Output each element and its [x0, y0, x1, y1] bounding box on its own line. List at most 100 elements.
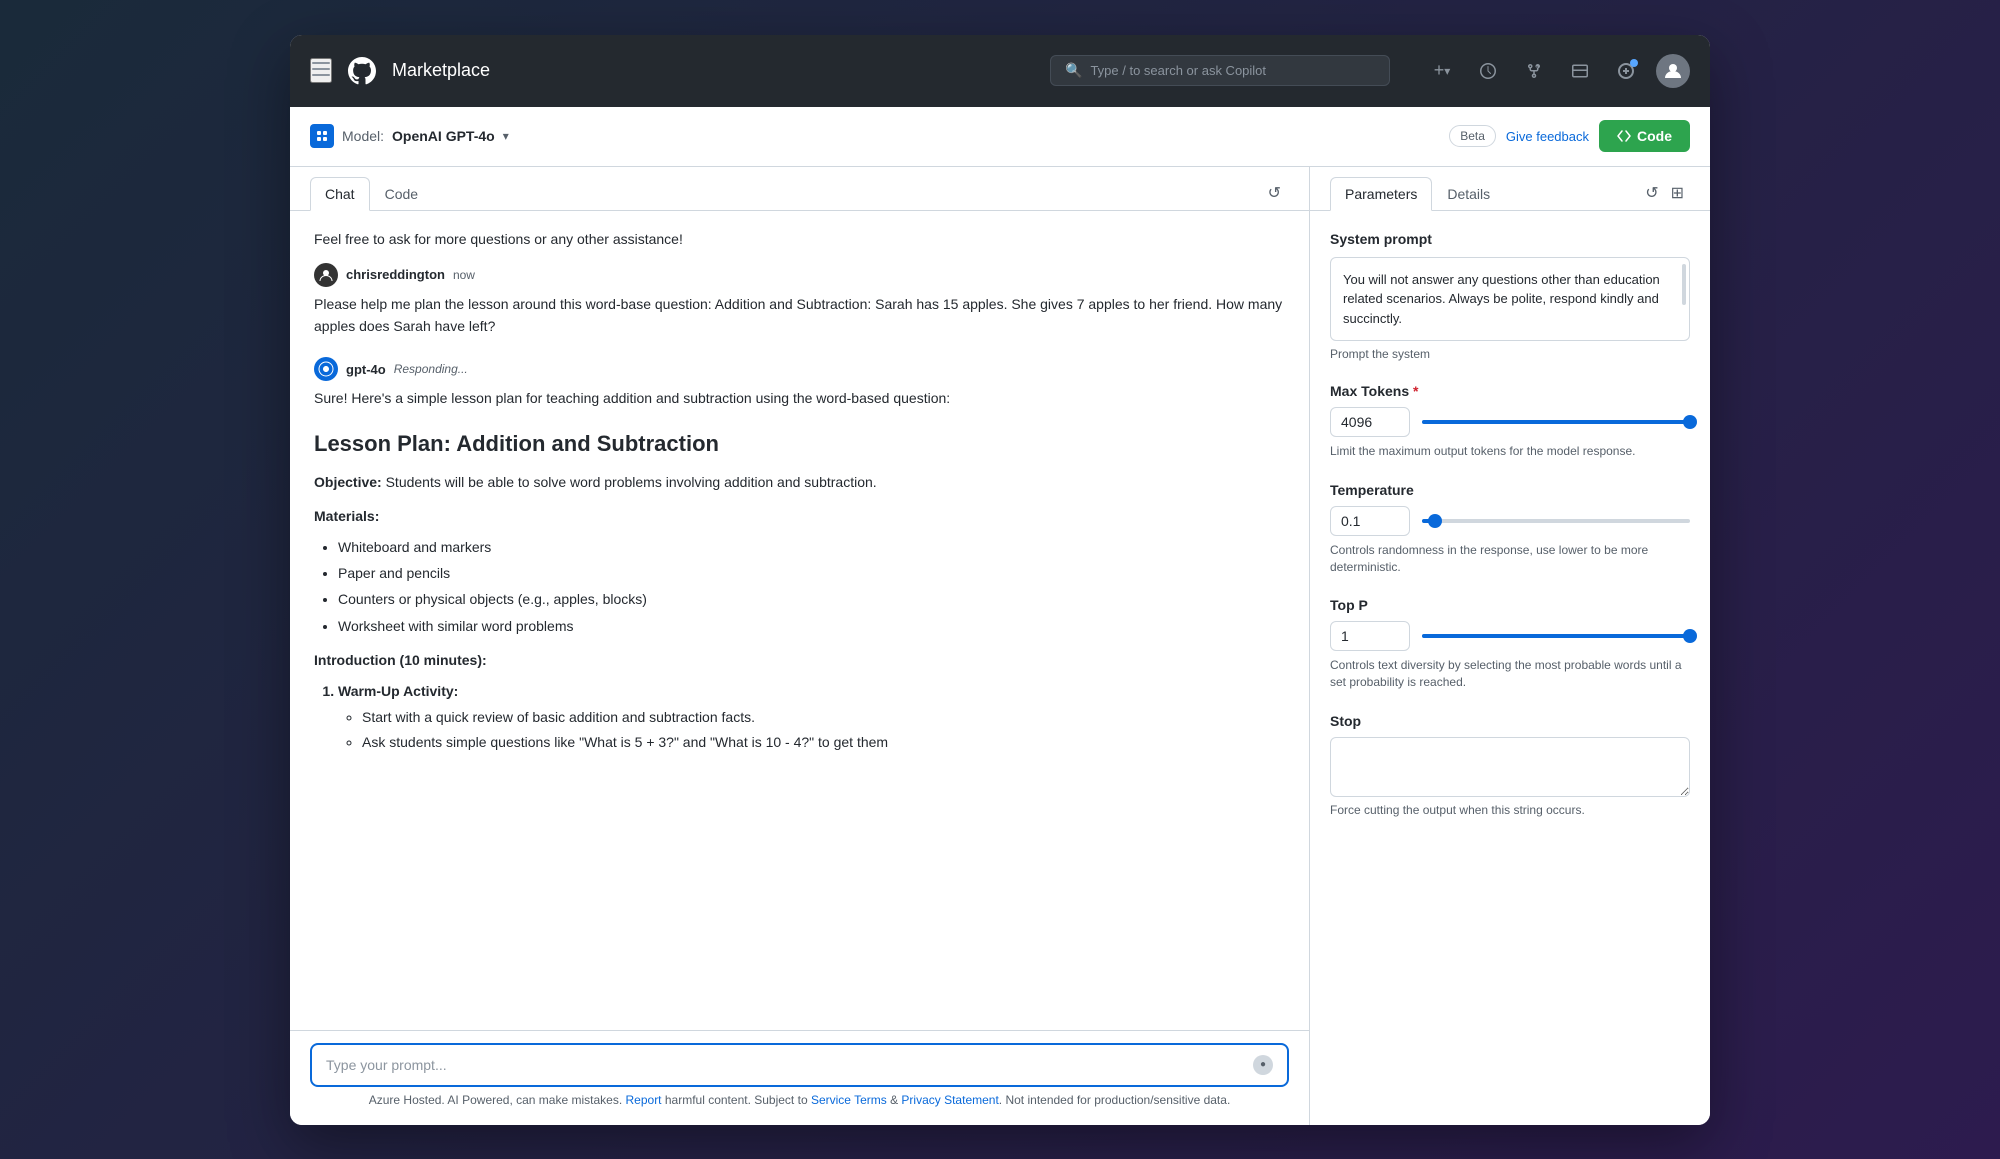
- max-tokens-label: Max Tokens *: [1330, 383, 1690, 399]
- chat-input-area: ● Azure Hosted. AI Powered, can make mis…: [290, 1030, 1309, 1125]
- top-p-desc: Controls text diversity by selecting the…: [1330, 657, 1690, 691]
- timer-icon-btn[interactable]: [1472, 55, 1504, 87]
- notification-dot: [1630, 59, 1638, 67]
- chat-refresh-button[interactable]: ↺: [1260, 179, 1289, 207]
- report-link[interactable]: Report: [626, 1093, 662, 1107]
- lesson-plan-title: Lesson Plan: Addition and Subtraction: [314, 426, 1285, 461]
- prompt-system-link[interactable]: Prompt the system: [1330, 347, 1690, 361]
- system-prompt-box[interactable]: You will not answer any questions other …: [1330, 257, 1690, 342]
- warm-up-label: Warm-Up Activity:: [338, 683, 458, 699]
- slider-thumb[interactable]: [1428, 514, 1442, 528]
- objective-text: Objective: Students will be able to solv…: [314, 471, 1285, 493]
- user-message-text: Please help me plan the lesson around th…: [314, 293, 1285, 338]
- search-placeholder: Type / to search or ask Copilot: [1090, 63, 1266, 78]
- give-feedback-button[interactable]: Give feedback: [1506, 129, 1589, 144]
- topbar-title: Marketplace: [392, 60, 490, 81]
- list-item: Paper and pencils: [338, 562, 1285, 584]
- search-bar[interactable]: 🔍 Type / to search or ask Copilot: [1050, 55, 1390, 86]
- materials-list: Whiteboard and markers Paper and pencils…: [314, 536, 1285, 638]
- tab-details[interactable]: Details: [1432, 177, 1505, 211]
- stop-section: Stop Force cutting the output when this …: [1330, 713, 1690, 819]
- materials-label: Materials:: [314, 508, 379, 524]
- chat-input-wrapper: ●: [310, 1043, 1289, 1087]
- stop-input[interactable]: [1330, 737, 1690, 797]
- params-body: System prompt You will not answer any qu…: [1310, 211, 1710, 1125]
- bot-username: gpt-4o: [346, 362, 386, 377]
- params-refresh-button[interactable]: ↺: [1639, 179, 1664, 207]
- list-item: Start with a quick review of basic addit…: [362, 706, 1285, 728]
- system-prompt-text: You will not answer any questions other …: [1343, 272, 1660, 326]
- params-tabs: Parameters Details ↺ ⊞: [1310, 167, 1710, 211]
- service-terms-link[interactable]: Service Terms: [811, 1093, 887, 1107]
- top-p-label: Top P: [1330, 597, 1690, 613]
- top-p-slider[interactable]: [1422, 634, 1690, 638]
- list-item: Ask students simple questions like "What…: [362, 731, 1285, 753]
- chat-footer: Azure Hosted. AI Powered, can make mista…: [310, 1087, 1289, 1117]
- tab-code[interactable]: Code: [370, 177, 433, 211]
- temperature-section: Temperature Controls randomness in the r…: [1330, 482, 1690, 576]
- system-prompt-section: System prompt You will not answer any qu…: [1330, 231, 1690, 362]
- model-name: OpenAI GPT-4o: [392, 128, 495, 144]
- max-tokens-desc: Limit the maximum output tokens for the …: [1330, 443, 1690, 460]
- user-message-group: chrisreddington now Please help me plan …: [314, 263, 1285, 338]
- list-item: Warm-Up Activity: Start with a quick rev…: [338, 680, 1285, 754]
- chat-panel: Chat Code ↺ Feel free to ask for more qu…: [290, 167, 1310, 1125]
- bot-responding: Responding...: [394, 362, 468, 376]
- privacy-link[interactable]: Privacy Statement: [901, 1093, 998, 1107]
- objective-label: Objective:: [314, 474, 382, 490]
- chat-messages: Feel free to ask for more questions or a…: [290, 211, 1309, 1030]
- beta-badge: Beta: [1449, 125, 1496, 147]
- avatar[interactable]: [1656, 54, 1690, 88]
- user-timestamp: now: [453, 268, 475, 282]
- subbar-right: Beta Give feedback Code: [1449, 120, 1690, 152]
- model-label: Model:: [342, 128, 384, 144]
- user-username: chrisreddington: [346, 267, 445, 282]
- top-p-input[interactable]: [1330, 621, 1410, 651]
- max-tokens-slider[interactable]: [1422, 420, 1690, 424]
- fork-icon-btn[interactable]: [1518, 55, 1550, 87]
- params-layout-button[interactable]: ⊞: [1665, 179, 1690, 207]
- bot-intro-text: Sure! Here's a simple lesson plan for te…: [314, 387, 1285, 409]
- main-content: Chat Code ↺ Feel free to ask for more qu…: [290, 167, 1710, 1125]
- tab-chat[interactable]: Chat: [310, 177, 370, 211]
- materials-section: Materials: Whiteboard and markers Paper …: [314, 505, 1285, 637]
- slider-thumb[interactable]: [1683, 415, 1697, 429]
- system-prompt-title: System prompt: [1330, 231, 1690, 247]
- max-tokens-row: [1330, 407, 1690, 437]
- code-button-label: Code: [1637, 128, 1672, 144]
- tab-parameters[interactable]: Parameters: [1330, 177, 1432, 211]
- stop-label: Stop: [1330, 713, 1690, 729]
- send-button[interactable]: ●: [1253, 1055, 1273, 1075]
- model-selector[interactable]: Model: OpenAI GPT-4o ▾: [310, 124, 509, 148]
- subbar: Model: OpenAI GPT-4o ▾ Beta Give feedbac…: [290, 107, 1710, 167]
- topbar-actions: + ▾: [1426, 54, 1690, 88]
- temperature-row: [1330, 506, 1690, 536]
- menu-icon[interactable]: [310, 58, 332, 83]
- list-item: Worksheet with similar word problems: [338, 615, 1285, 637]
- slider-fill: [1422, 634, 1690, 638]
- max-tokens-input[interactable]: [1330, 407, 1410, 437]
- add-button[interactable]: + ▾: [1426, 55, 1458, 87]
- github-logo[interactable]: [348, 57, 376, 85]
- bot-message-header: gpt-4o Responding...: [314, 357, 1285, 381]
- temperature-desc: Controls randomness in the response, use…: [1330, 542, 1690, 576]
- code-button[interactable]: Code: [1599, 120, 1690, 152]
- chat-input[interactable]: [326, 1057, 1253, 1073]
- intro-ordered-list: Warm-Up Activity: Start with a quick rev…: [314, 680, 1285, 754]
- slider-thumb[interactable]: [1683, 629, 1697, 643]
- intro-section: Introduction (10 minutes): Warm-Up Activ…: [314, 649, 1285, 754]
- search-icon: 🔍: [1065, 62, 1082, 79]
- stop-desc: Force cutting the output when this strin…: [1330, 802, 1690, 819]
- objective-content: Students will be able to solve word prob…: [386, 474, 877, 490]
- temperature-slider[interactable]: [1422, 519, 1690, 523]
- temperature-input[interactable]: [1330, 506, 1410, 536]
- user-message-header: chrisreddington now: [314, 263, 1285, 287]
- inbox-icon-btn[interactable]: [1564, 55, 1596, 87]
- bot-message-body: Sure! Here's a simple lesson plan for te…: [314, 387, 1285, 753]
- user-avatar: [314, 263, 338, 287]
- list-item: Counters or physical objects (e.g., appl…: [338, 588, 1285, 610]
- scrollbar: [1682, 264, 1686, 305]
- warm-up-list: Start with a quick review of basic addit…: [338, 706, 1285, 754]
- copilot-icon-btn[interactable]: [1610, 55, 1642, 87]
- free-text: Feel free to ask for more questions or a…: [314, 231, 1285, 247]
